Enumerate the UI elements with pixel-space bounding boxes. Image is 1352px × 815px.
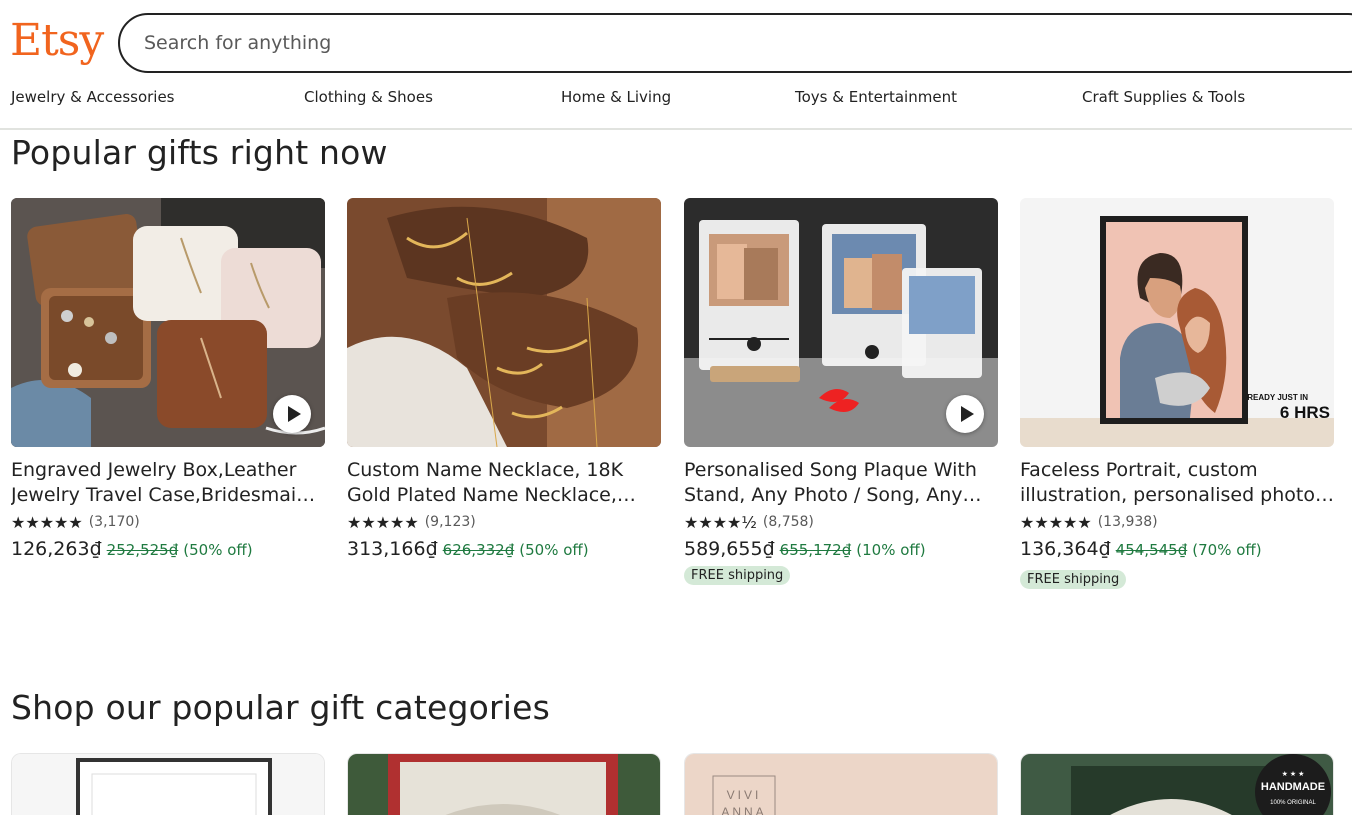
product-image-name-necklace[interactable] [347,198,661,447]
discount-label: (70% off) [1192,541,1262,559]
review-count: (3,170) [88,514,140,530]
necklace-photo [347,198,661,447]
free-shipping-badge: FREE shipping [684,566,791,585]
nav-toys-entertainment[interactable]: Toys & Entertainment [795,88,957,106]
product-image-faceless-portrait[interactable]: READY JUST IN 6 HRS [1020,198,1334,447]
sale-price: 313,166₫ [347,538,438,560]
anna-text: ANNA [721,805,766,815]
handmade-book-image: ★ ★ ★ HANDMADE 100% ORIGINAL [1021,754,1333,815]
rating-stars: ★★★★★ [11,512,83,532]
discount-label: (50% off) [183,541,253,559]
product-card[interactable]: Personalised Song Plaque With Stand, Any… [684,198,998,585]
review-count: (8,758) [762,514,814,530]
etsy-logo[interactable]: Etsy [10,14,104,68]
category-nav: Jewelry & Accessories Clothing & Shoes H… [0,88,1352,110]
product-card[interactable]: Custom Name Necklace, 18K Gold Plated Na… [347,198,661,560]
product-title[interactable]: Engraved Jewelry Box,Leather Jewelry Tra… [11,458,325,508]
product-card[interactable]: Engraved Jewelry Box,Leather Jewelry Tra… [11,198,325,560]
rating: ★★★★★ (13,938) [1020,512,1334,532]
price-row: 126,263₫ 252,525₫ (50% off) [11,538,325,560]
handmade-badge-sub: 100% ORIGINAL [1270,800,1316,806]
gift-category-tile[interactable]: VIVI ANNA [684,753,998,815]
ready-badge-small: READY JUST IN [1247,393,1308,402]
sale-price: 126,263₫ [11,538,102,560]
ready-badge-big: 6 HRS [1280,403,1330,422]
play-video-icon[interactable] [946,395,984,433]
play-video-icon[interactable] [273,395,311,433]
vivi-text: VIVI [727,788,762,802]
original-price: 252,525₫ [106,541,179,559]
svg-text:★ ★ ★: ★ ★ ★ [1282,770,1305,778]
book-art-image [348,754,660,815]
nav-craft-supplies-tools[interactable]: Craft Supplies & Tools [1082,88,1245,106]
search-input[interactable] [120,15,1352,71]
search-bar[interactable] [118,13,1352,73]
original-price: 454,545₫ [1115,541,1188,559]
price-row: 136,364₫ 454,545₫ (70% off) [1020,538,1334,560]
gift-category-tile[interactable] [11,753,325,815]
nav-jewelry-accessories[interactable]: Jewelry & Accessories [11,88,175,106]
sale-price: 589,655₫ [684,538,775,560]
rating-stars: ★★★★★ [1020,512,1092,532]
product-image-song-plaque[interactable] [684,198,998,447]
original-price: 626,332₫ [442,541,515,559]
review-count: (9,123) [424,514,476,530]
price-row: 589,655₫ 655,172₫ (10% off) [684,538,998,560]
product-image-jewelry-box[interactable] [11,198,325,447]
discount-label: (10% off) [856,541,926,559]
handmade-badge-text: HANDMADE [1261,781,1325,793]
product-card[interactable]: READY JUST IN 6 HRS Faceless Portrait, c… [1020,198,1334,589]
original-price: 655,172₫ [779,541,852,559]
vivi-anna-image: VIVI ANNA [685,754,997,815]
review-count: (13,938) [1097,514,1158,530]
nav-home-living[interactable]: Home & Living [561,88,671,106]
rating: ★★★★★ (9,123) [347,512,661,532]
gift-categories-heading: Shop our popular gift categories [11,688,551,727]
price-row: 313,166₫ 626,332₫ (50% off) [347,538,661,560]
rating-stars: ★★★★½ [684,512,757,532]
nav-divider [0,128,1352,130]
gift-category-tile[interactable]: ★ ★ ★ HANDMADE 100% ORIGINAL [1020,753,1334,815]
rating: ★★★★½ (8,758) [684,512,998,532]
discount-label: (50% off) [519,541,589,559]
frame-image [12,754,324,815]
portrait-photo: READY JUST IN 6 HRS [1020,198,1334,447]
product-title[interactable]: Faceless Portrait, custom illustration, … [1020,458,1334,508]
popular-gifts-heading: Popular gifts right now [11,133,388,172]
free-shipping-badge: FREE shipping [1020,570,1127,589]
rating-stars: ★★★★★ [347,512,419,532]
product-title[interactable]: Custom Name Necklace, 18K Gold Plated Na… [347,458,661,508]
sale-price: 136,364₫ [1020,538,1111,560]
gift-category-tile[interactable] [347,753,661,815]
product-title[interactable]: Personalised Song Plaque With Stand, Any… [684,458,998,508]
rating: ★★★★★ (3,170) [11,512,325,532]
nav-clothing-shoes[interactable]: Clothing & Shoes [304,88,433,106]
